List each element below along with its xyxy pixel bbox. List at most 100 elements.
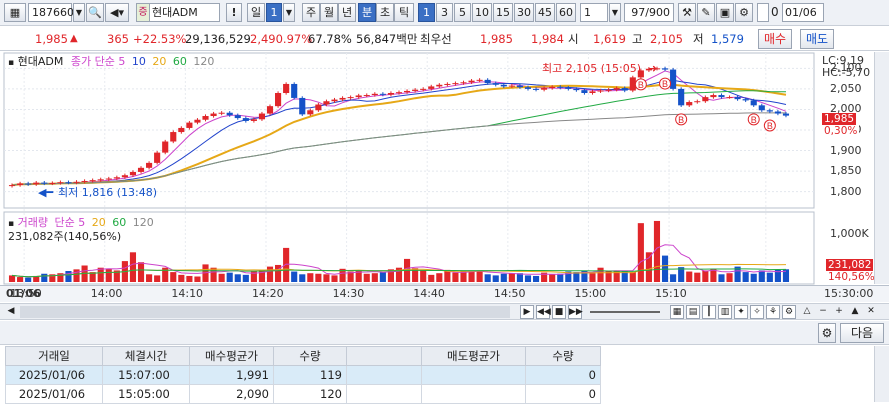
legend-vol-ma-label: 단순: [54, 216, 75, 229]
volume-bar: [718, 274, 725, 282]
period-day-button[interactable]: 일: [247, 3, 265, 22]
candle-body: [331, 99, 338, 102]
play-back-icon[interactable]: ◀◀: [536, 305, 551, 319]
scroll-up-icon[interactable]: △: [800, 305, 814, 319]
scroll-right-icon[interactable]: ▶: [520, 305, 534, 319]
candle-body: [484, 79, 491, 84]
change-percent: +22.53%: [133, 32, 187, 46]
candle-body: [170, 132, 177, 142]
tool-d-icon[interactable]: ⚙: [782, 305, 796, 319]
volume-bar: [226, 272, 233, 282]
scroll-track[interactable]: [20, 306, 510, 318]
interval-60[interactable]: 60: [556, 3, 576, 22]
tool-b-icon[interactable]: ✧: [750, 305, 764, 319]
period-minute[interactable]: 분: [358, 3, 376, 22]
candle-body: [339, 97, 346, 100]
candle-body: [105, 178, 112, 180]
table-row[interactable]: 2025/01/06 15:05:00 2,090 120 0: [5, 384, 601, 404]
search-icon[interactable]: 🔍: [86, 3, 104, 22]
period-week[interactable]: 주: [302, 3, 320, 22]
period-year[interactable]: 년: [338, 3, 356, 22]
legend-volume-label: 거래량: [17, 216, 48, 229]
volume-bar: [428, 274, 435, 282]
table-scrollbar[interactable]: [874, 346, 889, 402]
zoom-in-icon[interactable]: +: [832, 305, 846, 319]
candle-body: [33, 182, 40, 185]
date-input[interactable]: 01/06: [782, 3, 824, 22]
interval-15[interactable]: 15: [493, 3, 513, 22]
volume-bar: [702, 270, 709, 282]
candle-body: [524, 87, 532, 89]
next-button[interactable]: 다음: [840, 323, 884, 343]
panel-gear-icon[interactable]: ⚙: [818, 323, 836, 343]
table-row[interactable]: 2025/01/06 15:07:00 1,991 119 0: [5, 365, 601, 385]
cell-buy-qty: 120: [273, 384, 347, 404]
draw-icon[interactable]: ✎: [697, 3, 715, 22]
volume-bar: [742, 272, 749, 282]
stock-code-input[interactable]: 187660: [28, 3, 74, 22]
alert-button[interactable]: !: [226, 3, 242, 22]
candle-body: [460, 82, 467, 84]
data-count[interactable]: 97/900: [624, 3, 674, 22]
period-month[interactable]: 월: [320, 3, 338, 22]
turnover-ratio: 67.78%: [308, 32, 352, 46]
period-second[interactable]: 초: [376, 3, 394, 22]
col-trade-date: 거래일: [5, 346, 103, 366]
current-price: 1,985: [35, 32, 68, 46]
checkbox[interactable]: [757, 3, 769, 22]
interval-10[interactable]: 10: [472, 3, 492, 22]
volume-bar: [460, 271, 467, 282]
scroll-left-icon[interactable]: ◀: [4, 305, 18, 319]
list-icon[interactable]: ▤: [686, 305, 700, 319]
legend-ma20: 20: [152, 55, 167, 68]
speaker-icon[interactable]: ◀▾: [105, 3, 129, 22]
price-volume-chart[interactable]: B BB BB: [0, 52, 889, 302]
period-tick[interactable]: 틱: [394, 3, 414, 22]
chart-type-icon[interactable]: ▥: [718, 305, 732, 319]
reset-icon[interactable]: ▲: [848, 305, 862, 319]
cell-trade-date: 2025/01/06: [5, 365, 103, 385]
tool-c-icon[interactable]: ⚘: [766, 305, 780, 319]
menu-icon[interactable]: ▦: [4, 3, 26, 22]
buy-marker-label: B: [638, 80, 644, 90]
zoom-out-icon[interactable]: −: [816, 305, 830, 319]
buy-marker-label: B: [662, 79, 668, 89]
interval-input[interactable]: 1: [580, 3, 608, 22]
chart-area[interactable]: BBBBB ▪ 현대ADM 종가 단순 5 10 20 60 120 ▪ 거래량…: [0, 52, 889, 302]
stop-icon[interactable]: ■: [552, 305, 566, 319]
interval-1[interactable]: 1: [418, 3, 435, 22]
interval-3[interactable]: 3: [436, 3, 453, 22]
tool-a-icon[interactable]: ✦: [734, 305, 748, 319]
candle-body: [718, 95, 725, 98]
period-num-input[interactable]: 1: [266, 3, 282, 22]
save-icon[interactable]: ▣: [716, 3, 734, 22]
gear-icon[interactable]: ⚙: [735, 3, 753, 22]
volume-bar: [589, 273, 596, 282]
sell-button[interactable]: 매도: [800, 29, 834, 49]
interval-45[interactable]: 45: [535, 3, 555, 22]
volume-bar: [532, 275, 540, 282]
candle-body: [565, 87, 572, 89]
interval-5[interactable]: 5: [454, 3, 471, 22]
zoom-slider[interactable]: [590, 311, 660, 313]
period-dropdown-icon[interactable]: ▼: [283, 3, 295, 22]
candle-icon[interactable]: ┃: [702, 305, 716, 319]
candle-body: [500, 84, 507, 87]
volume-bar: [484, 274, 491, 282]
candle-body: [605, 89, 612, 91]
buy-button[interactable]: 매수: [758, 29, 792, 49]
volume-bar: [315, 273, 322, 282]
candle-body: [137, 167, 145, 172]
code-dropdown-icon[interactable]: ▼: [73, 3, 85, 22]
volume-bar: [766, 272, 773, 282]
grid-icon[interactable]: ▦: [670, 305, 684, 319]
candle-body: [81, 180, 88, 182]
candle-body: [25, 183, 32, 185]
interval-dropdown-icon[interactable]: ▼: [609, 3, 621, 22]
ask-price: 1,985: [480, 32, 513, 46]
play-forward-icon[interactable]: ▶▶: [568, 305, 583, 319]
interval-30[interactable]: 30: [514, 3, 534, 22]
chart-tools-icon[interactable]: ⚒: [678, 3, 696, 22]
vertical-scrollbar[interactable]: [874, 52, 889, 284]
fit-icon[interactable]: ✕: [864, 305, 878, 319]
